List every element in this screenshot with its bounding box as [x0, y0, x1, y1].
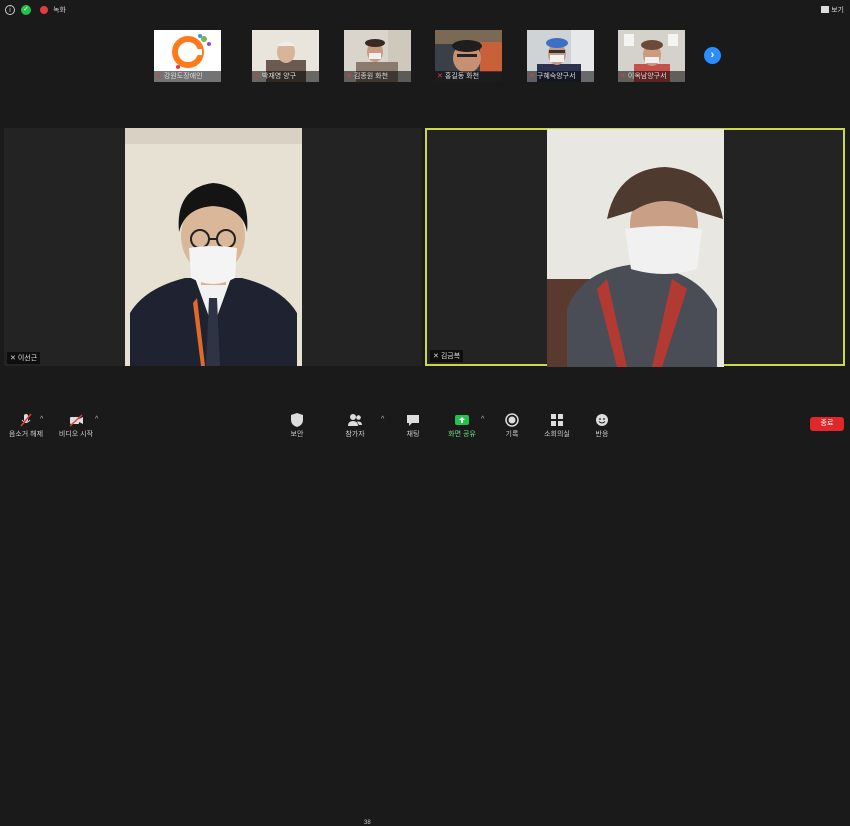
participant-video [547, 129, 724, 367]
record-icon [40, 6, 48, 14]
info-icon[interactable]: i [5, 5, 15, 15]
participant-name: ✕ 이옥남양구서 [618, 71, 685, 82]
chevron-right-icon: › [710, 49, 715, 61]
record-icon [505, 413, 519, 427]
chat-icon [407, 415, 419, 426]
view-button[interactable]: 보기 [821, 5, 844, 15]
next-page-button[interactable]: › [704, 47, 721, 64]
end-meeting-button[interactable]: 종료 [810, 417, 844, 431]
mic-muted-icon: ✕ [10, 355, 18, 362]
reactions-button[interactable]: 반응 [580, 412, 624, 439]
grid-icon [821, 6, 830, 13]
video-off-icon [69, 414, 83, 427]
breakout-rooms-label: 소회의실 [544, 431, 570, 438]
breakout-rooms-icon [551, 414, 563, 426]
participant-thumbnail[interactable]: ✕ 이옥남양구서 [618, 30, 685, 82]
audio-options-caret[interactable]: ^ [40, 416, 43, 423]
mic-muted-icon: ✕ [620, 73, 626, 80]
mic-muted-icon [20, 413, 32, 427]
mic-muted-icon: ✕ [529, 73, 535, 80]
start-video-button[interactable]: 비디오 시작 [54, 412, 98, 439]
participant-name: ✕ 박재영 양구 [252, 71, 319, 82]
mic-muted-icon: ✕ [254, 73, 260, 80]
participant-thumbnail[interactable]: ✕ 강원도장애인 [154, 30, 221, 82]
participant-count: 38 [364, 820, 371, 826]
recording-label: 녹화 [53, 7, 66, 14]
shield-icon[interactable]: ✓ [21, 5, 31, 15]
mic-muted-icon: ✕ [433, 353, 441, 360]
start-video-label: 비디오 시작 [58, 431, 94, 438]
share-screen-button[interactable]: 화면 공유 [440, 412, 484, 439]
share-options-caret[interactable]: ^ [481, 416, 484, 423]
video-tile-active-speaker[interactable]: ✕ 김금복 [425, 128, 845, 367]
mic-muted-icon: ✕ [346, 73, 352, 80]
participants-options-caret[interactable]: ^ [381, 416, 384, 423]
share-screen-icon [455, 415, 469, 425]
record-label: 기록 [505, 431, 519, 438]
participants-label: 참가자 [345, 431, 365, 438]
participant-thumbnail[interactable]: ✕ 구혜숙양구서 [527, 30, 594, 82]
people-icon [348, 414, 362, 426]
breakout-rooms-button[interactable]: 소회의실 [535, 412, 579, 439]
chat-label: 채팅 [406, 431, 420, 438]
participant-thumbnail[interactable]: ✕ 박재영 양구 [252, 30, 319, 82]
reactions-label: 반응 [595, 431, 609, 438]
participant-name: ✕ 김금복 [430, 350, 464, 362]
participant-name: ✕ 이선근 [7, 352, 41, 364]
participant-name: ✕ 홍길동 화천 [435, 71, 502, 82]
record-button[interactable]: 기록 [490, 412, 534, 439]
share-screen-label: 화면 공유 [448, 431, 476, 438]
security-label: 보안 [290, 431, 304, 438]
mic-muted-icon: ✕ [156, 73, 162, 80]
shield-icon [291, 413, 303, 427]
emoji-icon [596, 414, 608, 426]
participant-name: ✕ 구혜숙양구서 [527, 71, 594, 82]
mic-muted-icon: ✕ [437, 73, 443, 80]
participant-name: ✕ 김종원 화천 [344, 71, 411, 82]
security-button[interactable]: 보안 [275, 412, 319, 439]
video-tile[interactable]: ✕ 이선근 [4, 128, 422, 366]
participant-name: ✕ 강원도장애인 [154, 71, 221, 82]
participant-video [125, 128, 302, 366]
chat-button[interactable]: 채팅 [391, 412, 435, 439]
view-label: 보기 [831, 7, 844, 14]
meeting-toolbar: 음소거 해제 ^ 비디오 시작 ^ 보안 참가자 38 ^ 채팅 화면 공유 ^… [0, 404, 850, 826]
participant-thumbnail[interactable]: ✕ 김종원 화천 [344, 30, 411, 82]
top-bar: i ✓ 녹화 보기 [0, 0, 850, 20]
participants-button[interactable]: 참가자 [333, 412, 377, 439]
video-options-caret[interactable]: ^ [95, 416, 98, 423]
participant-thumbnail[interactable]: ✕ 홍길동 화천 [435, 30, 502, 82]
unmute-label: 음소거 해제 [8, 431, 44, 438]
